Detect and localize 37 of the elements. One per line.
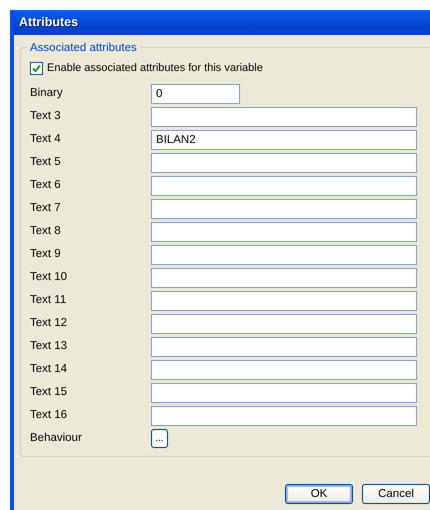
checkbox-label[interactable]: Enable associated attributes for this variable <box>47 60 263 76</box>
field-label: Text 15 <box>30 384 68 400</box>
text-field[interactable]: 0 <box>151 84 240 104</box>
field-label: Text 13 <box>30 338 68 354</box>
window-title: Attributes <box>19 14 78 32</box>
text-field[interactable] <box>151 198 417 218</box>
field-label: Text 4 <box>30 132 62 147</box>
text-field[interactable] <box>151 382 417 402</box>
checkbox[interactable] <box>30 62 43 74</box>
cancel-button[interactable]: Cancel <box>362 484 430 504</box>
text-field[interactable] <box>151 360 417 380</box>
text-field[interactable] <box>151 106 417 126</box>
field-label: Text 11 <box>30 292 68 308</box>
ok-button[interactable]: OK <box>285 484 353 504</box>
field-label: Text 12 <box>30 316 68 331</box>
text-field[interactable] <box>151 268 417 288</box>
field-label: Text 14 <box>30 362 68 377</box>
text-field[interactable] <box>151 336 417 356</box>
field-label: Text 6 <box>30 178 62 193</box>
field-label: Text 8 <box>30 224 62 239</box>
browse-button[interactable]: ... <box>151 429 168 448</box>
field-label: Text 10 <box>30 270 68 285</box>
field-label: Binary <box>30 86 64 101</box>
text-field[interactable] <box>151 406 417 426</box>
text-field[interactable] <box>151 314 417 334</box>
field-label: Text 16 <box>30 408 68 423</box>
text-field[interactable] <box>151 244 417 264</box>
text-field[interactable] <box>151 290 417 310</box>
text-field[interactable] <box>151 222 417 242</box>
text-field[interactable] <box>151 176 417 196</box>
field-label: Text 5 <box>30 154 62 170</box>
field-label: Text 9 <box>30 246 62 262</box>
field-label: Text 3 <box>30 108 62 124</box>
text-field[interactable]: BILAN2 <box>151 130 417 150</box>
field-label: Behaviour <box>30 430 83 446</box>
field-label: Text 7 <box>30 200 62 216</box>
text-field[interactable] <box>151 152 417 172</box>
